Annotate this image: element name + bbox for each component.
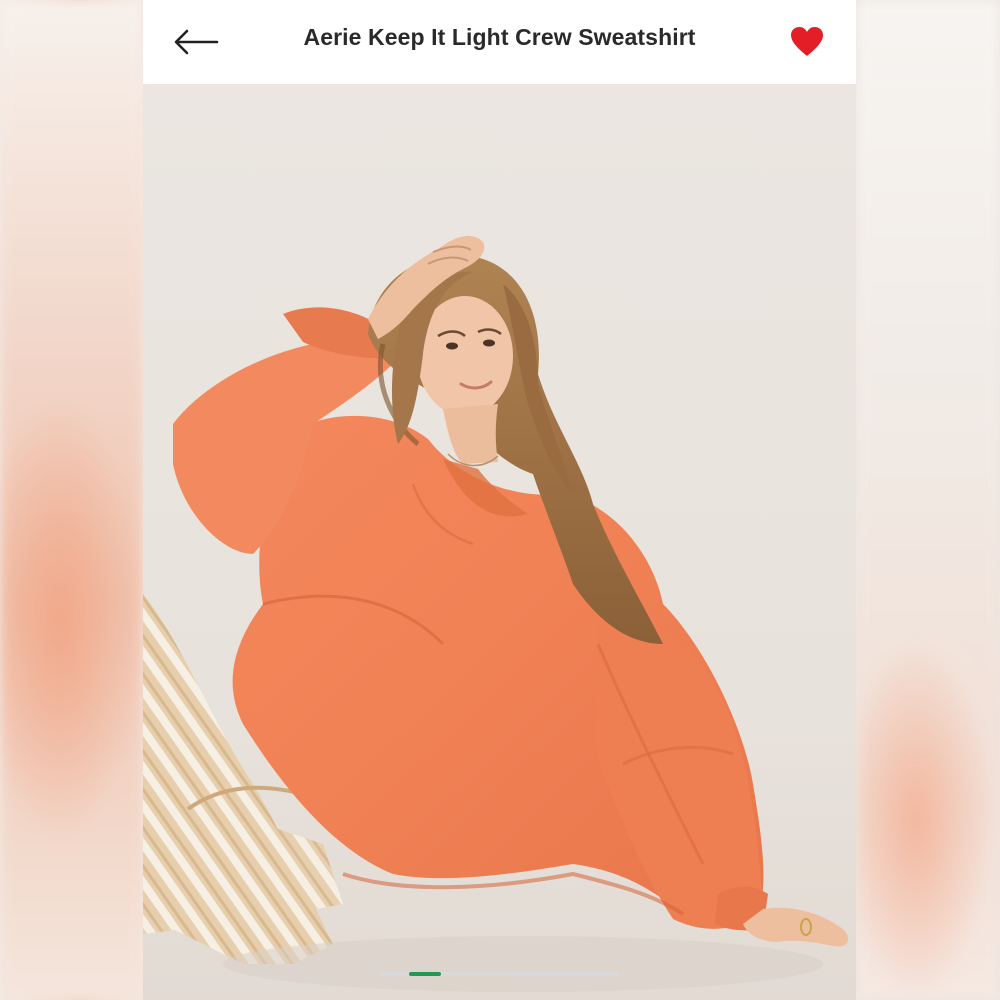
favorite-button[interactable] — [790, 26, 824, 58]
image-pager — [379, 972, 619, 976]
product-photo[interactable] — [143, 84, 856, 1000]
blurred-background-right — [856, 0, 1000, 1000]
pager-active-indicator — [409, 972, 441, 976]
top-navigation-bar: Aerie Keep It Light Crew Sweatshirt — [143, 0, 856, 84]
product-screen: Aerie Keep It Light Crew Sweatshirt — [143, 0, 856, 1000]
arrow-left-icon — [174, 29, 219, 55]
blurred-background-left — [0, 0, 143, 1000]
product-title: Aerie Keep It Light Crew Sweatshirt — [303, 24, 696, 50]
heart-icon — [791, 27, 823, 56]
back-button[interactable] — [173, 24, 221, 60]
